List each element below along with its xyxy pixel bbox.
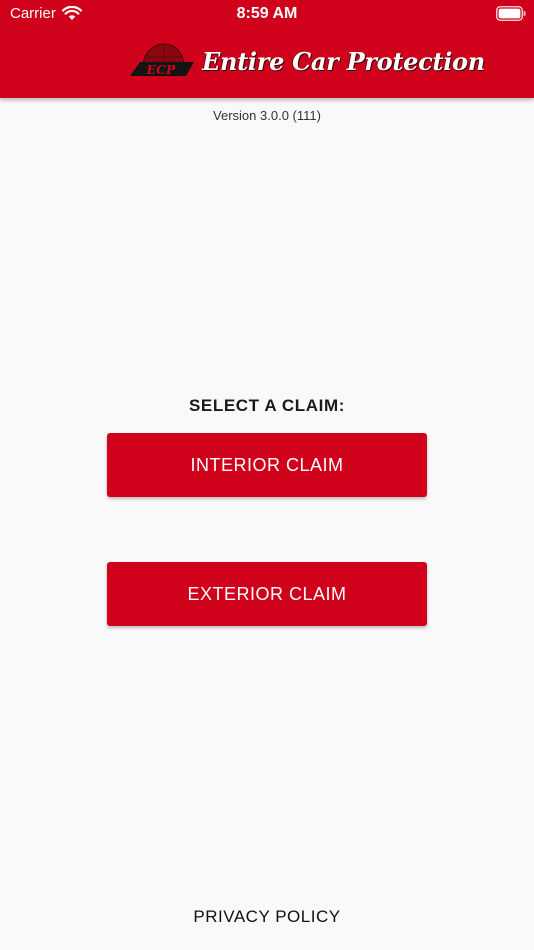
privacy-policy-link[interactable]: PRIVACY POLICY (193, 907, 340, 926)
select-claim-heading: SELECT A CLAIM: (188, 396, 345, 415)
status-bar: Carrier 8:59 AM (0, 0, 534, 28)
privacy-policy-container: PRIVACY POLICY (0, 907, 534, 927)
battery-icon (496, 6, 526, 21)
exterior-claim-button[interactable]: EXTERIOR CLAIM (107, 562, 427, 626)
exterior-claim-label: EXTERIOR CLAIM (187, 583, 347, 604)
app-header: Carrier 8:59 AM ECP Entire Car Protectio… (0, 0, 534, 98)
app-version: Version 3.0.0 (111) (213, 108, 321, 123)
status-time: 8:59 AM (236, 5, 298, 22)
ecp-logo-icon: ECP (130, 43, 194, 77)
brand-name: Entire Car Protection (202, 46, 485, 76)
interior-claim-button[interactable]: INTERIOR CLAIM (107, 433, 427, 497)
logo-text: ECP (146, 62, 176, 77)
interior-claim-label: INTERIOR CLAIM (190, 454, 344, 475)
brand-logo: ECP Entire Car Protection (126, 40, 485, 82)
